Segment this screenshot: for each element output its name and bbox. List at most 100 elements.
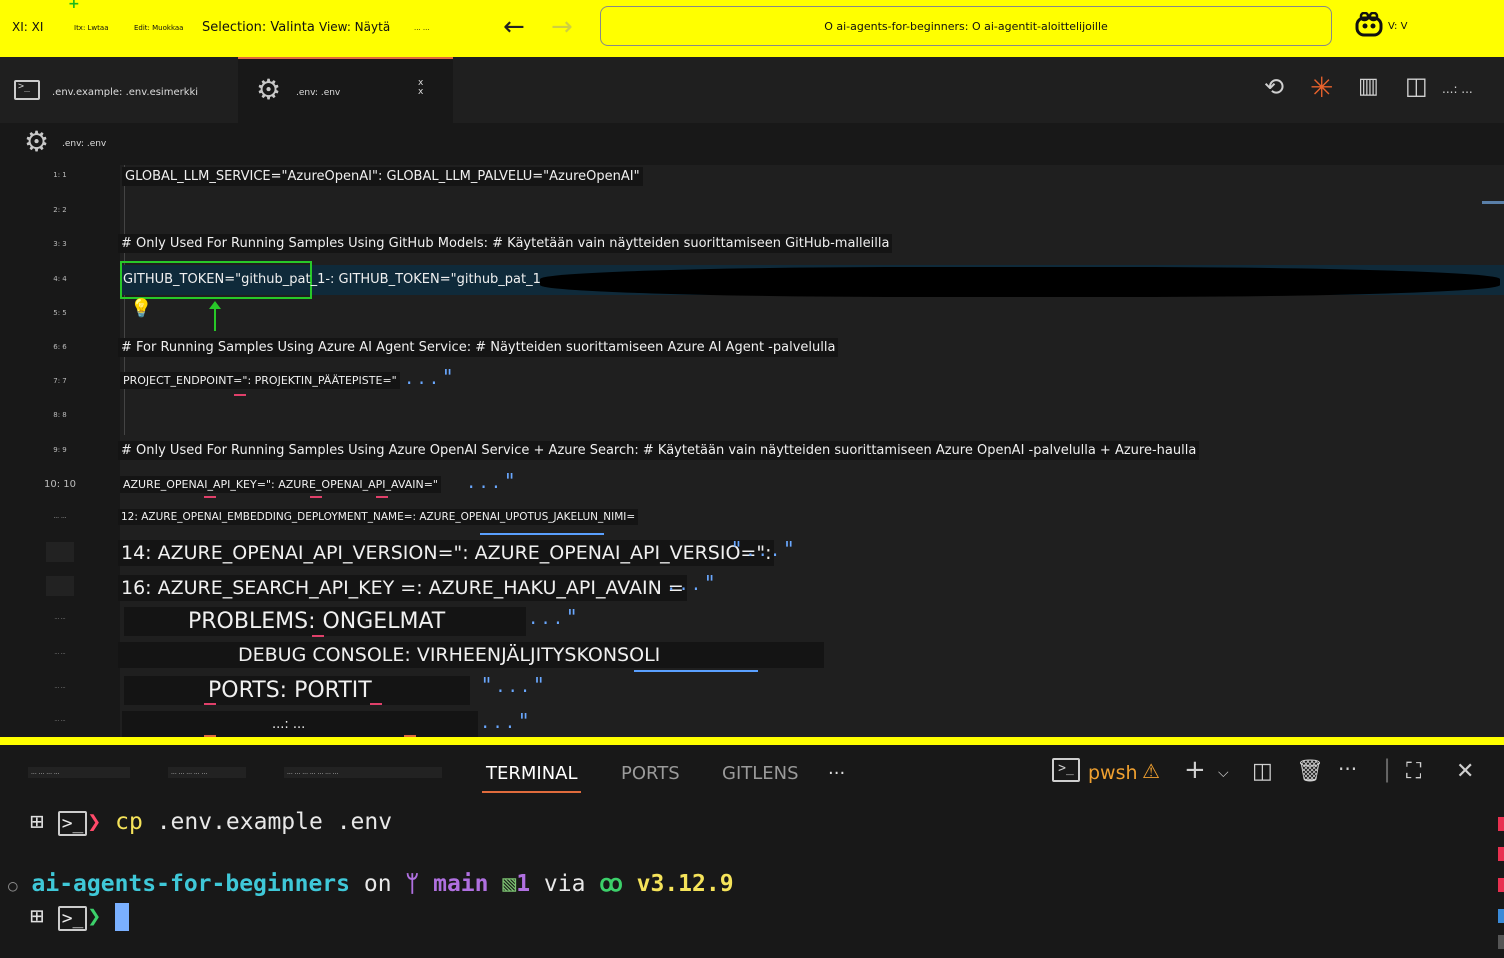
code-line-7: PROJECT_ENDPOINT=": PROJEKTIN_PÄÄTEPISTE…: [120, 372, 400, 389]
code-line-1: GLOBAL_LLM_SERVICE="AzureOpenAI": GLOBAL…: [122, 167, 643, 186]
line-number: ... ...: [54, 650, 66, 656]
warning-icon[interactable]: ⚠: [1142, 759, 1160, 783]
value-placeholder: "...": [482, 673, 550, 697]
close-panel-icon[interactable]: ✕: [1456, 759, 1474, 784]
editor-tab-bar: .env.example: .env.esimerkki ⚙ .env: .en…: [0, 57, 1504, 123]
tab-gitlens[interactable]: GITLENS: [722, 763, 799, 784]
code-line-9: # Only Used For Running Samples Using Az…: [118, 441, 1200, 460]
trash-icon[interactable]: 🗑: [1296, 759, 1324, 784]
link-underline: [634, 670, 758, 672]
windows-icon: ⊞: [30, 809, 44, 835]
gear-icon: ⚙: [24, 125, 50, 158]
spell-underline: [312, 635, 324, 637]
chevron-down-icon[interactable]: ⌵: [1218, 765, 1229, 781]
terminal-line-1: ⊞ >_ ❯ cp .env.example .env: [30, 809, 393, 836]
code-line-14: 14: AZURE_OPENAI_API_VERSION=": AZURE_OP…: [118, 540, 775, 566]
gear-icon: ⚙: [256, 73, 282, 106]
prompt-char: ❯: [87, 903, 102, 930]
spark-icon[interactable]: ✳: [1310, 71, 1333, 104]
code-line-4: GITHUB_TOKEN="github_pat_1-: GITHUB_TOKE…: [123, 272, 546, 287]
scroll-marker: [1498, 935, 1504, 949]
shell-name[interactable]: pwsh: [1088, 762, 1138, 784]
ports-label: PORTS: PORTIT: [124, 676, 470, 705]
on-text: on: [363, 871, 392, 897]
tab-tiny-3[interactable]: ... ... ... ... ... ... ...: [284, 767, 442, 778]
prompt-char: ❯: [87, 809, 102, 835]
lightbulb-icon[interactable]: 💡: [130, 298, 152, 319]
split-terminal-icon[interactable]: ◫: [1252, 759, 1273, 784]
problems-label: PROBLEMS: ONGELMAT: [124, 607, 526, 636]
code-line-16: 16: AZURE_SEARCH_API_KEY =: AZURE_HAKU_A…: [118, 575, 687, 601]
more-actions[interactable]: ...: ...: [1442, 82, 1473, 96]
menu-file[interactable]: XI: XI: [12, 20, 43, 34]
more-icon[interactable]: ···: [1338, 757, 1357, 781]
maximize-icon[interactable]: ⛶: [1406, 759, 1421, 784]
tab-tiny-1[interactable]: ... ... ... ...: [28, 767, 130, 778]
value-placeholder: ...": [468, 469, 521, 493]
split-editor-icon[interactable]: ◫: [1405, 72, 1428, 100]
minimap-marker: [1482, 201, 1504, 204]
account-label[interactable]: V: V: [1388, 21, 1407, 32]
code-line-last: ...: ...: [122, 711, 478, 737]
tab-ports[interactable]: PORTS: [621, 763, 680, 784]
terminal-line-2: ○ ai-agents-for-beginners on ᛘ main ▧1 v…: [8, 871, 734, 897]
tab-tiny-2[interactable]: ... ... ... ... ...: [168, 767, 246, 778]
breadcrumb-file[interactable]: .env: .env: [62, 139, 106, 149]
close-icon[interactable]: xx: [418, 79, 423, 97]
line-number: ... ...: [54, 684, 66, 690]
tab-env-example-label: .env.example: .env.esimerkki: [52, 87, 199, 98]
new-terminal-icon[interactable]: +: [1184, 755, 1206, 785]
command-center-search[interactable]: O ai-agents-for-beginners: O ai-agentit-…: [600, 6, 1332, 46]
search-text: O ai-agents-for-beginners: O ai-agentit-…: [824, 19, 1108, 33]
code-line-10: AZURE_OPENAI_API_KEY=": AZURE_OPENAI_API…: [120, 476, 441, 493]
terminal-icon: >_: [1052, 758, 1080, 782]
code-line-3: # Only Used For Running Samples Using Gi…: [118, 234, 893, 253]
value-placeholder: ...": [530, 605, 583, 629]
line-number: 8: 8: [53, 411, 67, 419]
line-number: 7: 7: [53, 377, 67, 385]
python-version: v3.12.9: [636, 871, 734, 897]
menu-selection[interactable]: Selection: Valinta: [202, 20, 315, 35]
branch-icon: ᛘ: [405, 871, 420, 897]
more-tabs-button[interactable]: ···: [828, 763, 845, 784]
tab-terminal[interactable]: TERMINAL: [486, 763, 578, 784]
line-number: 5: 5: [53, 309, 67, 317]
line-number: 2: 2: [53, 206, 67, 214]
menu-more[interactable]: ... ...: [414, 24, 430, 32]
redaction-blot: [540, 267, 1500, 297]
spell-underline: [310, 496, 322, 498]
tab-env[interactable]: ⚙ .env: .env xx: [238, 57, 453, 123]
git-status: 1: [516, 871, 531, 897]
spell-underline: [376, 496, 388, 498]
layout-icon[interactable]: ▥: [1358, 74, 1379, 99]
line-number: ... ...: [54, 615, 66, 621]
menu-edit[interactable]: Edit: Muokkaa: [134, 24, 183, 32]
spell-underline: [234, 394, 246, 396]
menu-tiny-1[interactable]: Itx: Lwtaa: [74, 24, 108, 32]
line-number: 9: 9: [53, 446, 67, 454]
line-number: 10: 10: [44, 479, 76, 490]
terminal-icon: >_: [57, 811, 88, 836]
repo-name: ai-agents-for-beginners: [31, 871, 351, 897]
copilot-icon[interactable]: [1354, 12, 1384, 38]
active-tab-indicator: [482, 791, 581, 793]
line-number: ... ...: [53, 513, 67, 520]
forward-arrow-icon[interactable]: →: [551, 12, 573, 42]
command-args: .env.example .env: [156, 809, 393, 835]
debug-console-label: DEBUG CONSOLE: VIRHEENJÄLJITYSKONSOLI: [118, 642, 824, 668]
tab-env-example[interactable]: .env.example: .env.esimerkki: [0, 57, 238, 123]
spell-underline: [204, 703, 216, 705]
menu-view[interactable]: View: Näytä: [319, 20, 390, 34]
scroll-marker: [1498, 847, 1504, 861]
code-editor[interactable]: GLOBAL_LLM_SERVICE="AzureOpenAI": GLOBAL…: [118, 165, 1504, 737]
terminal-cursor[interactable]: [115, 903, 130, 931]
link-underline: [480, 533, 604, 535]
indent-guide: [124, 165, 125, 435]
breadcrumb: ⚙ .env: .env: [0, 123, 1504, 165]
panel-separator: [0, 737, 1504, 745]
timeline-icon[interactable]: ⟲: [1264, 73, 1284, 101]
code-line-6: # For Running Samples Using Azure AI Age…: [118, 338, 839, 357]
line-number: ... ...: [54, 717, 66, 723]
back-arrow-icon[interactable]: ←: [503, 12, 525, 42]
line-number: 4: 4: [53, 275, 67, 283]
